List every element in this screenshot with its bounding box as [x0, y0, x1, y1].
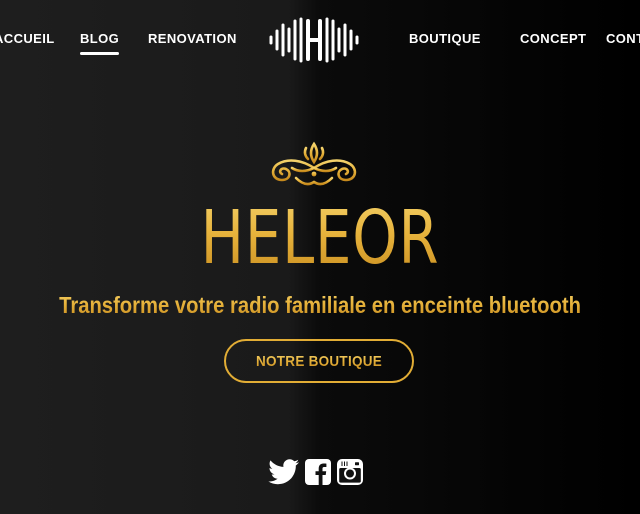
- nav-item-boutique[interactable]: BOUTIQUE: [409, 31, 481, 46]
- top-navigation: ACCUEIL BLOG RENOVATION BOUTIQUE CONCEPT…: [0, 0, 640, 70]
- nav-item-renovation[interactable]: RENOVATION: [148, 31, 237, 46]
- notre-boutique-button[interactable]: NOTRE BOUTIQUE: [224, 339, 414, 383]
- instagram-icon[interactable]: [337, 457, 363, 487]
- hero-tagline: Transforme votre radio familiale en ence…: [38, 290, 601, 320]
- nav-item-blog[interactable]: BLOG: [80, 31, 120, 55]
- soundwave-h-logo[interactable]: [268, 17, 360, 63]
- twitter-icon[interactable]: [268, 457, 300, 487]
- nav-item-contact[interactable]: CONTACT: [606, 31, 640, 46]
- hero-title: HELEOR: [70, 193, 569, 283]
- gold-filigree-ornament: [271, 141, 357, 186]
- notre-boutique-button-label: NOTRE BOUTIQUE: [255, 352, 383, 370]
- nav-item-concept[interactable]: CONCEPT: [520, 31, 586, 46]
- nav-item-accueil[interactable]: ACCUEIL: [0, 31, 55, 46]
- facebook-icon[interactable]: [305, 457, 331, 487]
